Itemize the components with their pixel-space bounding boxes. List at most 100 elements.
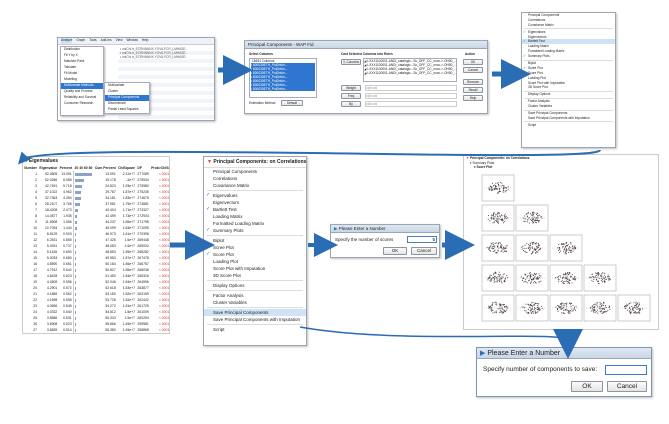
scores-input[interactable] (407, 236, 437, 243)
options-menu-item-eigenvectors[interactable]: Eigenvectors (204, 199, 306, 206)
recall-button[interactable]: Recall (463, 87, 483, 93)
options-menu-item-loading-plot[interactable]: Loading Plot (204, 258, 306, 265)
small-menu-item-save-principal-components-with-imputation[interactable]: Save Principal Components with Imputatio… (522, 116, 615, 121)
small-menu-item-label: Save Principal Components with Imputatio… (528, 115, 590, 120)
score-point (494, 242, 496, 244)
help-button[interactable]: Help (463, 95, 483, 101)
score-point (500, 244, 502, 246)
components-input[interactable] (605, 365, 647, 375)
score-point (501, 182, 503, 184)
score-point (603, 302, 605, 304)
options-menu-item-eigenvalues[interactable]: ✓ Eigenvalues (204, 192, 306, 199)
y-columns-button[interactable]: Y, Columns (341, 59, 361, 65)
cast-roles-label: Cast Selected Columns into Roles (341, 52, 393, 56)
score-point (604, 311, 606, 313)
score-point (630, 309, 632, 311)
score-point (500, 310, 502, 312)
weight-button[interactable]: Weight (341, 85, 361, 91)
menu-separator (207, 307, 303, 308)
options-menu-item-summary-plots[interactable]: ✓ Summary Plots (204, 227, 306, 234)
score-point (607, 310, 609, 312)
score-point (593, 304, 595, 306)
submenu-item-pls[interactable]: Partial Least Squares (105, 107, 149, 113)
options-menu-item-scree-plot[interactable]: ✓ Scree Plot (204, 244, 306, 251)
score-point (502, 309, 504, 311)
options-menu-item-save-principal-components[interactable]: Save Principal Components (204, 309, 306, 316)
y-columns-list[interactable]: ◢ LXXX1100001-ANDI_catalogic...Sc_OFF_CC… (363, 58, 457, 82)
by-button[interactable]: By (341, 101, 361, 107)
menu-item-consumer-research[interactable]: Consumer Research (61, 101, 103, 107)
red-triangle-icon[interactable]: ▼ (466, 156, 469, 160)
dialog2-cancel-button[interactable]: Cancel (607, 381, 647, 392)
score-point (520, 276, 523, 278)
small-menu-item-script[interactable]: Script (522, 123, 615, 128)
score-point (562, 246, 565, 248)
score-point (505, 245, 507, 247)
menubar-item-analyze[interactable]: Analyze (61, 38, 73, 44)
score-point (599, 303, 601, 305)
menubar-item-window[interactable]: Window (127, 38, 138, 44)
score-point (632, 309, 634, 311)
options-menu-item-display-options[interactable]: Display Options (204, 282, 306, 289)
menubar-item-tools[interactable]: Tools (89, 38, 96, 44)
options-menu-item-cluster-variables[interactable]: Cluster Variables (204, 299, 306, 306)
cancel-button[interactable]: Cancel (463, 67, 483, 73)
eigen-cell: 56.879 (94, 333, 117, 334)
score-point (497, 188, 499, 190)
score-point (502, 184, 504, 186)
freq-button[interactable]: Freq (341, 93, 361, 99)
options-menu-item-covariance-matrix[interactable]: Covariance Matrix (204, 182, 306, 189)
small-menu-item-label: Script (528, 122, 537, 127)
remove-button[interactable]: Remove (463, 79, 483, 85)
options-menu-item-score-plot-with-imputation[interactable]: Score Plot with Imputation (204, 265, 306, 272)
score-point (608, 306, 611, 308)
small-menu-item-3d-score-plot[interactable]: 3D Score Plot (522, 85, 615, 90)
options-menu-item-3d-score-plot[interactable]: 3D Score Plot (204, 272, 306, 279)
dialog1-cancel-button[interactable]: Cancel (411, 247, 437, 255)
column-list[interactable]: 18454 Columns ▪ 800030ETH_PutDrivin... ▪… (249, 58, 317, 98)
options-menu-item-save-principal-components-with-imputation[interactable]: Save Principal Components with Imputatio… (204, 316, 306, 323)
options-menu-item-principal-components[interactable]: Principal Components (204, 168, 306, 175)
score-point (498, 279, 500, 281)
score-point (526, 311, 528, 313)
score-point (642, 308, 644, 310)
score-point (599, 274, 601, 276)
score-point (532, 211, 534, 213)
score-point (557, 275, 560, 277)
options-menu-item-correlations[interactable]: Correlations (204, 175, 306, 182)
score-point (534, 278, 536, 280)
score-point (529, 213, 532, 215)
options-menu-item-score-plot[interactable]: ✓ Score Plot (204, 251, 306, 258)
small-menu-item-covariance-matrix[interactable]: Covariance Matrix (522, 23, 615, 28)
menubar-item-graph[interactable]: Graph (76, 38, 85, 44)
score-point (496, 302, 498, 304)
options-menu-item-formatted-loading-matrix[interactable]: Formatted Loading Matrix (204, 220, 306, 227)
score-point (604, 272, 606, 274)
score-point (534, 310, 536, 312)
score-point (491, 243, 493, 245)
dialog2-ok-button[interactable]: OK (571, 381, 603, 392)
red-triangle-icon[interactable]: ▼ (207, 159, 212, 165)
dialog1-ok-button[interactable]: OK (383, 247, 407, 255)
score-point (498, 190, 500, 192)
options-menu-item-loading-matrix[interactable]: Loading Matrix (204, 213, 306, 220)
menubar-item-view[interactable]: View (116, 38, 123, 44)
options-menu-item-biplot[interactable]: Biplot (204, 237, 306, 244)
options-menu-item-script[interactable]: Script (204, 326, 306, 333)
score-point (529, 282, 532, 284)
score-point (490, 278, 492, 280)
estimation-select[interactable]: Default (281, 100, 303, 106)
ok-button[interactable]: OK (463, 59, 483, 65)
small-menu-item-summary-plots[interactable]: ✓ Summary Plots (522, 54, 615, 59)
score-point (562, 274, 564, 276)
menubar-item-addins[interactable]: Add-Ins (101, 38, 112, 44)
score-point (558, 246, 560, 248)
menubar-item-help[interactable]: Help (142, 38, 149, 44)
options-menu-item-bartlett-test[interactable]: ✓ Bartlett Test (204, 206, 306, 213)
score-point (490, 245, 492, 247)
score-point (530, 219, 533, 221)
small-menu-item-display-options[interactable]: Display Options (522, 92, 615, 97)
score-point (540, 275, 542, 277)
small-menu-item-cluster-variables[interactable]: Cluster Variables (522, 104, 615, 109)
options-menu-item-factor-analysis[interactable]: Factor Analysis (204, 292, 306, 299)
